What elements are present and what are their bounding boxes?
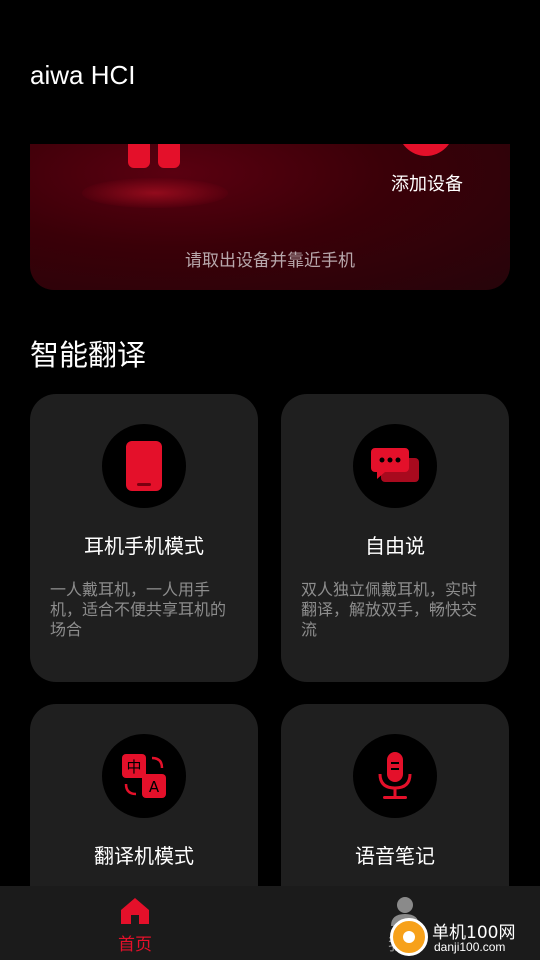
section-title: 智能翻译 xyxy=(30,338,147,372)
svg-text:中: 中 xyxy=(126,758,141,776)
earbuds-glow xyxy=(82,178,228,208)
chat-bubbles-icon xyxy=(353,424,437,508)
mode-card-free-talk[interactable]: 自由说 双人独立佩戴耳机，实时翻译，解放双手，畅快交流 xyxy=(281,394,509,682)
watermark-logo-icon xyxy=(390,918,428,956)
add-device-label[interactable]: 添加设备 xyxy=(380,170,474,196)
watermark: 单机100网 danji100.com xyxy=(388,914,538,960)
home-icon xyxy=(119,896,151,926)
mode-desc: 双人独立佩戴耳机，实时翻译，解放双手，畅快交流 xyxy=(301,580,478,639)
mode-name: 耳机手机模式 xyxy=(84,534,204,558)
device-hint-text: 请取出设备并靠近手机 xyxy=(185,251,355,271)
add-device-button[interactable] xyxy=(398,144,454,156)
microphone-icon xyxy=(353,734,437,818)
translate-icon: 中 A xyxy=(102,734,186,818)
earbud-left-image xyxy=(128,144,150,168)
mode-desc: 一人戴耳机，一人用手机，适合不便共享耳机的场合 xyxy=(50,580,227,639)
tab-home[interactable]: 首页 xyxy=(75,886,195,960)
app-title: aiwa HCI xyxy=(30,60,136,90)
mode-card-earphone-phone[interactable]: 耳机手机模式 一人戴耳机，一人用手机，适合不便共享耳机的场合 xyxy=(30,394,258,682)
watermark-url: danji100.com xyxy=(434,940,506,954)
earbud-right-image xyxy=(158,144,180,168)
tab-home-label: 首页 xyxy=(118,935,152,955)
svg-text:A: A xyxy=(149,778,160,796)
mode-name: 语音笔记 xyxy=(355,844,435,868)
phone-icon xyxy=(102,424,186,508)
device-card[interactable]: 添加设备 请取出设备并靠近手机 xyxy=(30,144,510,290)
mode-name: 自由说 xyxy=(365,534,425,558)
mode-name: 翻译机模式 xyxy=(94,844,194,868)
